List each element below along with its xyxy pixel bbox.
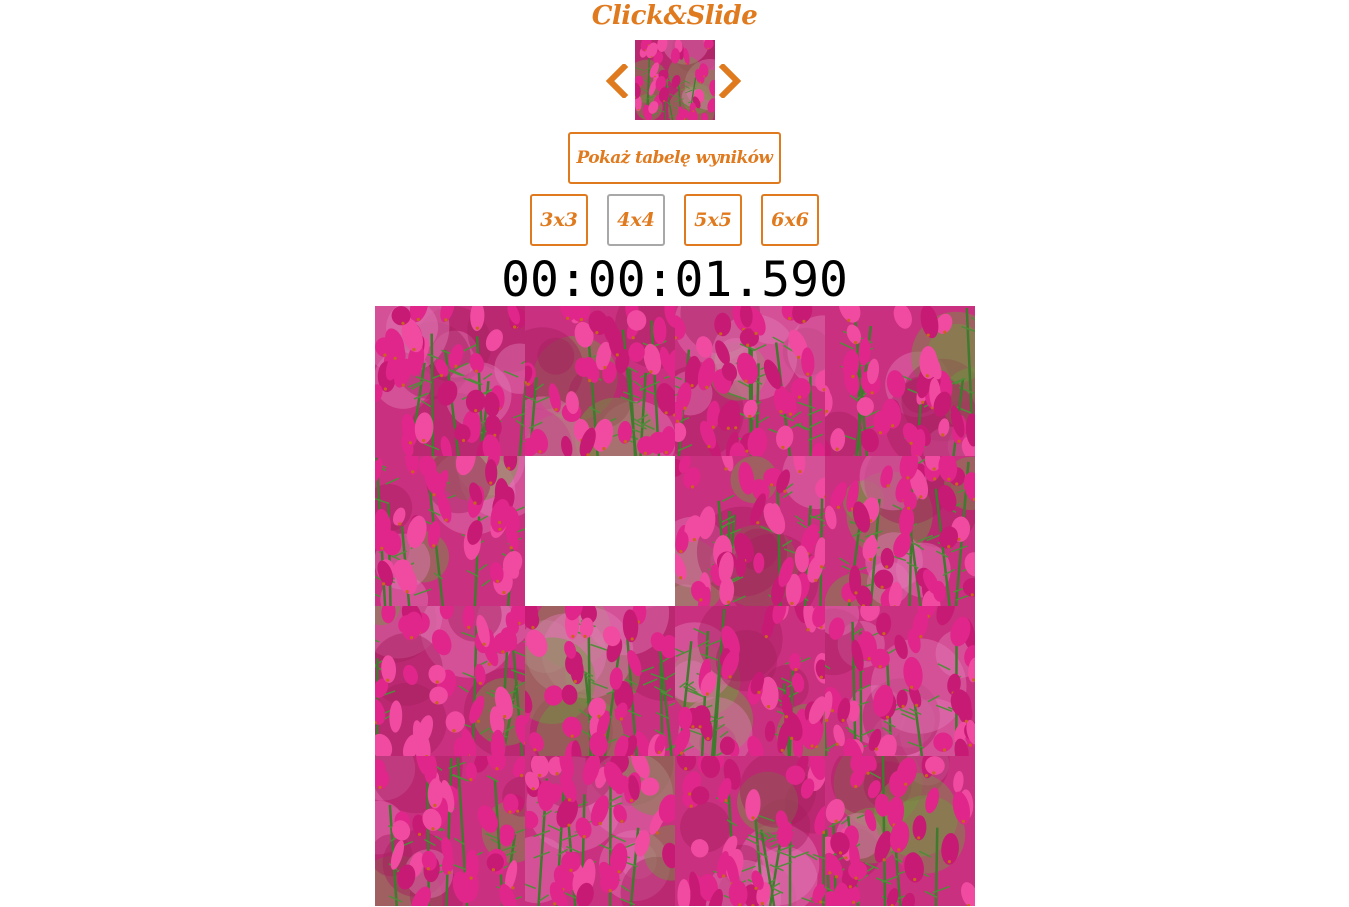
puzzle-empty-cell	[525, 456, 675, 606]
puzzle-tile[interactable]	[525, 606, 675, 756]
tile-image	[375, 606, 525, 756]
puzzle-tile[interactable]	[375, 306, 525, 456]
tile-image	[825, 456, 975, 606]
size-6x6-button[interactable]: 6x6	[761, 194, 819, 246]
puzzle-tile[interactable]	[375, 456, 525, 606]
puzzle-tile[interactable]	[825, 606, 975, 756]
puzzle-board	[375, 306, 975, 906]
tile-image	[825, 756, 975, 906]
tile-image	[525, 756, 675, 906]
tile-image	[675, 606, 825, 756]
tile-image	[525, 606, 675, 756]
puzzle-tile[interactable]	[675, 606, 825, 756]
tile-image	[825, 306, 975, 456]
puzzle-tile[interactable]	[825, 456, 975, 606]
tile-image	[675, 456, 825, 606]
image-thumbnail[interactable]	[635, 40, 715, 120]
chevron-right-icon	[718, 62, 742, 100]
chevron-left-icon	[605, 62, 629, 100]
image-selector	[0, 40, 1349, 120]
game-timer: 00:00:01.590	[501, 252, 848, 308]
tile-image	[675, 756, 825, 906]
size-5x5-button[interactable]: 5x5	[684, 194, 742, 246]
size-4x4-button[interactable]: 4x4	[607, 194, 665, 246]
puzzle-tile[interactable]	[525, 756, 675, 906]
puzzle-tile[interactable]	[675, 456, 825, 606]
puzzle-tile[interactable]	[825, 306, 975, 456]
next-image-button[interactable]	[717, 62, 743, 100]
puzzle-tile[interactable]	[525, 306, 675, 456]
previous-image-button[interactable]	[604, 62, 630, 100]
tile-image	[525, 306, 675, 456]
tile-image	[825, 606, 975, 756]
puzzle-tile[interactable]	[675, 306, 825, 456]
puzzle-tile[interactable]	[375, 756, 525, 906]
thumbnail-image	[635, 40, 715, 120]
app-title: Click&Slide	[591, 1, 758, 31]
puzzle-tile[interactable]	[825, 756, 975, 906]
size-3x3-button[interactable]: 3x3	[530, 194, 588, 246]
tile-image	[375, 306, 525, 456]
tile-image	[375, 456, 525, 606]
tile-image	[675, 306, 825, 456]
tile-image	[375, 756, 525, 906]
puzzle-tile[interactable]	[375, 606, 525, 756]
puzzle-tile[interactable]	[675, 756, 825, 906]
show-scores-button[interactable]: Pokaż tabelę wyników	[568, 132, 781, 184]
